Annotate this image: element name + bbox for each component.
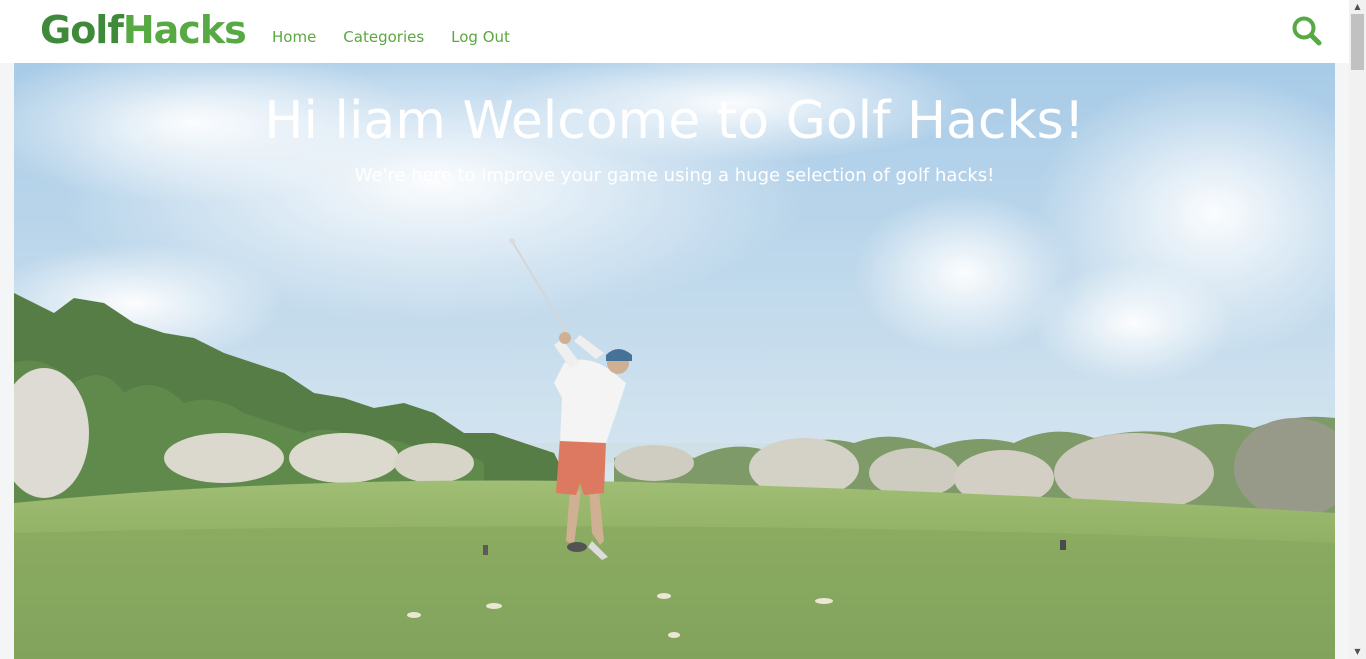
scroll-thumb[interactable]	[1351, 14, 1364, 70]
search-button[interactable]	[1290, 14, 1324, 48]
nav-home-link[interactable]: Home	[272, 28, 316, 46]
hero-golfer-image	[14, 63, 1335, 659]
hero-subtitle: We're here to improve your game using a …	[354, 165, 995, 186]
page-scrollbar[interactable]: ▲ ▼	[1349, 0, 1366, 659]
logo-text-hacks: Hacks	[122, 8, 247, 52]
scroll-down-arrow-icon[interactable]: ▼	[1349, 645, 1366, 659]
nav-logout-link[interactable]: Log Out	[451, 28, 510, 46]
hero-title: Hi liam Welcome to Golf Hacks!	[264, 91, 1085, 151]
navbar: GolfHacks Home Categories Log Out	[0, 0, 1349, 63]
nav-categories-link[interactable]: Categories	[343, 28, 424, 46]
scroll-up-arrow-icon[interactable]: ▲	[1349, 0, 1366, 14]
main-nav: Home Categories Log Out	[272, 28, 537, 46]
search-icon	[1292, 16, 1322, 46]
logo-text-golf: Golf	[40, 8, 124, 52]
hero-banner: Hi liam Welcome to Golf Hacks! We're her…	[14, 63, 1335, 659]
site-logo[interactable]: GolfHacks	[40, 6, 247, 54]
